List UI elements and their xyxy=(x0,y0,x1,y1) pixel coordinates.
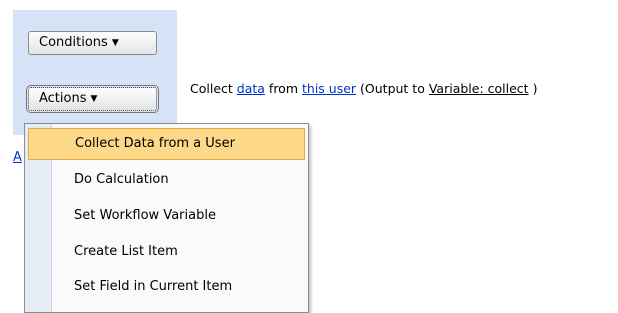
menu-item-set-field-current-item[interactable]: Set Field in Current Item xyxy=(28,272,305,304)
menu-item-create-list-item[interactable]: Create List Item xyxy=(28,237,305,269)
output-open-text: (Output to xyxy=(360,81,425,96)
menu-item-collect-data[interactable]: Collect Data from a User xyxy=(28,128,305,160)
actions-panel-background xyxy=(13,10,177,135)
actions-button[interactable]: Actions ▼ xyxy=(26,85,159,113)
user-link[interactable]: this user xyxy=(302,81,356,96)
conditions-button-label: Conditions xyxy=(39,35,108,50)
conditions-button[interactable]: Conditions ▼ xyxy=(28,31,157,55)
menu-item-do-calculation[interactable]: Do Calculation xyxy=(28,165,305,197)
step-from-text: from xyxy=(268,81,299,96)
data-link[interactable]: data xyxy=(237,81,265,96)
actions-button-label: Actions xyxy=(39,91,87,106)
output-close-text: ) xyxy=(532,81,538,96)
menu-item-set-workflow-variable[interactable]: Set Workflow Variable xyxy=(28,201,305,233)
add-link-partial[interactable]: A xyxy=(13,150,22,165)
step-prefix: Collect xyxy=(190,81,233,96)
workflow-step-sentence: Collect data from this user (Output to V… xyxy=(190,81,537,96)
chevron-down-icon: ▼ xyxy=(111,38,119,48)
variable-link[interactable]: Variable: collect xyxy=(429,81,529,96)
chevron-down-icon: ▼ xyxy=(90,94,98,104)
actions-dropdown-menu: Collect Data from a User Do Calculation … xyxy=(24,123,309,313)
